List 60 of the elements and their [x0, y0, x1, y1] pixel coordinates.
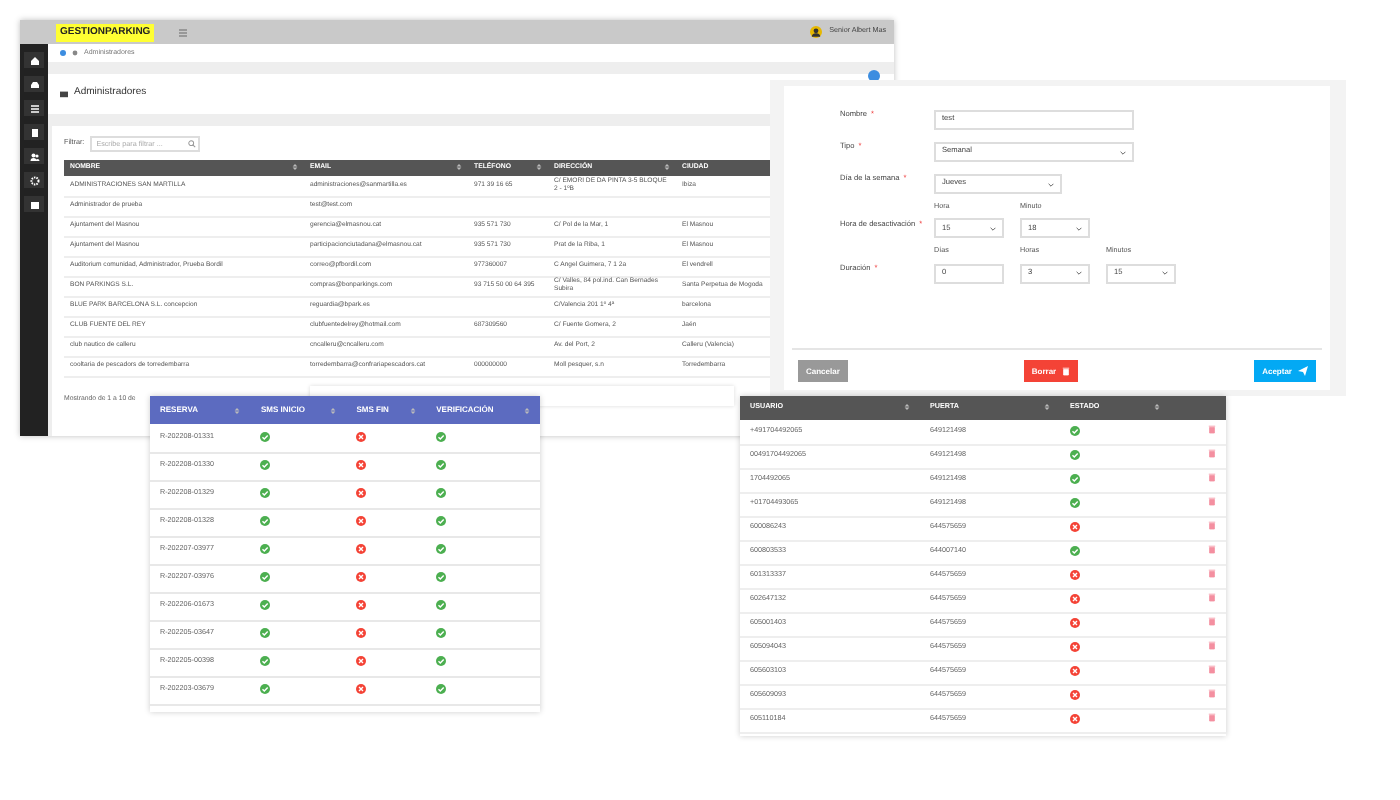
- trash-icon: [1208, 496, 1216, 507]
- sidebar-button[interactable]: [24, 148, 44, 164]
- trash-icon: [1208, 568, 1216, 579]
- list-icon: [29, 103, 39, 113]
- delete-button[interactable]: [1208, 472, 1216, 483]
- sort-icon: [292, 162, 298, 173]
- delete-button[interactable]: [1208, 664, 1216, 675]
- delete-button[interactable]: [1208, 688, 1216, 699]
- sort-icon: [410, 405, 417, 415]
- sort-icon: [524, 405, 530, 415]
- trash-icon: [1208, 616, 1216, 627]
- delete-button[interactable]: [1208, 448, 1216, 459]
- sidebar-button[interactable]: [24, 76, 44, 92]
- menu-icon[interactable]: [178, 27, 189, 37]
- caret-icon: [990, 225, 996, 232]
- sidebar-button[interactable]: [24, 124, 44, 140]
- sidebar-button[interactable]: [24, 172, 44, 188]
- sort-icon: [330, 405, 337, 415]
- caret-icon: [1120, 149, 1126, 155]
- delete-button[interactable]: [1208, 616, 1216, 627]
- folder-icon: [60, 90, 68, 98]
- calendar-icon: [29, 199, 39, 209]
- trash-icon: [1208, 448, 1216, 459]
- trash-icon: [1208, 664, 1216, 675]
- sidebar-button[interactable]: [24, 100, 44, 116]
- delete-button[interactable]: [1208, 640, 1216, 651]
- delete-button[interactable]: [1208, 568, 1216, 579]
- document-icon: [29, 127, 39, 137]
- delete-button[interactable]: [1208, 496, 1216, 507]
- avatar-icon[interactable]: [809, 26, 822, 38]
- caret-icon: [1076, 225, 1082, 232]
- sort-icon: [1044, 402, 1050, 413]
- sidebar-button[interactable]: [24, 52, 44, 68]
- sort-icon: [234, 405, 241, 415]
- sidebar-button[interactable]: [24, 196, 44, 212]
- search-icon: [188, 140, 197, 148]
- trash-icon: [1062, 366, 1071, 376]
- delete-button[interactable]: [1208, 544, 1216, 555]
- trash-icon: [1208, 424, 1216, 435]
- users-icon: [29, 151, 39, 161]
- trash-icon: [1208, 640, 1216, 651]
- sort-icon: [1154, 402, 1161, 413]
- sort-icon: [456, 162, 462, 173]
- caret-icon: [1076, 270, 1082, 277]
- send-icon: [1297, 366, 1308, 376]
- trash-icon: [1208, 712, 1216, 723]
- delete-button[interactable]: [1208, 424, 1216, 435]
- sort-icon: [536, 162, 542, 173]
- caret-icon: [1048, 181, 1054, 187]
- trash-icon: [1208, 520, 1216, 531]
- trash-icon: [1208, 688, 1216, 699]
- delete-button[interactable]: [1208, 712, 1216, 723]
- trash-icon: [1208, 592, 1216, 603]
- sort-icon: [664, 162, 670, 173]
- trash-icon: [1208, 544, 1216, 555]
- trash-icon: [1208, 472, 1216, 483]
- delete-button[interactable]: [1208, 592, 1216, 603]
- delete-button[interactable]: [1208, 520, 1216, 531]
- caret-icon: [1162, 270, 1168, 277]
- sort-icon: [904, 402, 910, 413]
